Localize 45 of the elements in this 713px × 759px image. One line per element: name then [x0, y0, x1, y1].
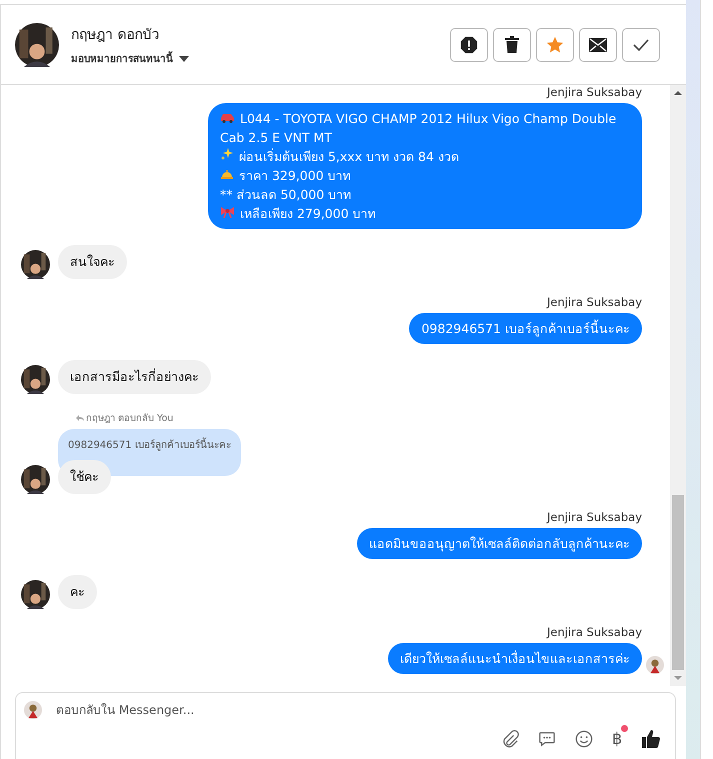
alert-button[interactable] [450, 28, 488, 62]
message-bubble: เดียวให้เซลล์แนะนำเงื่อนไขและเอกสารค่ะ [388, 643, 642, 674]
ribbon-icon [220, 206, 235, 218]
message-bubble: L044 - TOYOTA VIGO CHAMP 2012 Hilux Vigo Champ Double Cab 2.5 E VNT MT ผ่อนเริ่มต้นเพียง 5,xxx บาท งวด 84 งวด ราคา 329,000 บาท ** ส่วนลด 50,000 บาท เหลือเพียง 279,000 บาท [208, 103, 642, 229]
assign-link[interactable]: มอบหมายการสนทนานี้ [71, 51, 173, 66]
car-icon [220, 113, 235, 123]
thumbs-up-icon [641, 729, 661, 749]
reply-text: กฤษฎา ตอบกลับ You [86, 412, 174, 425]
message-bubble: คะ [58, 575, 97, 609]
paperclip-icon [501, 730, 519, 748]
scrollbar[interactable] [670, 85, 686, 686]
caret-icon[interactable] [179, 56, 189, 62]
bell-icon [220, 167, 234, 180]
check-icon [633, 38, 649, 50]
contact-name: กฤษฎา ดอกบัว [71, 26, 160, 45]
avatar [21, 250, 50, 279]
message-bubble: สนใจคะ [58, 245, 127, 279]
smiley-icon [575, 730, 593, 748]
avatar [21, 365, 50, 394]
sender-name: Jenjira Suksabay [546, 85, 642, 99]
check-button[interactable] [622, 28, 660, 62]
mail-icon [589, 38, 607, 52]
avatar [21, 580, 50, 609]
sparkles-icon [220, 147, 234, 161]
seen-avatar [646, 656, 664, 674]
mail-button[interactable] [579, 28, 617, 62]
message-bubble: เอกสารมีอะไรกี่อย่างคะ [58, 360, 211, 394]
message-bubble: 0982946571 เบอร์ลูกค้าเบอร์นี้นะคะ [409, 313, 642, 344]
sender-name: Jenjira Suksabay [546, 295, 642, 309]
message-bubble: แอดมินขออนุญาตให้เซลล์ติดต่อกลับลูกค้านะคะ [357, 528, 642, 559]
alert-icon [460, 36, 478, 54]
sender-name: Jenjira Suksabay [546, 625, 642, 639]
sender-name: Jenjira Suksabay [546, 510, 642, 524]
trash-button[interactable] [493, 28, 531, 62]
reply-icon [76, 414, 84, 420]
payment-button[interactable]: ฿ [612, 725, 628, 749]
scroll-thumb[interactable] [672, 495, 684, 670]
user-avatar [24, 701, 42, 719]
star-button[interactable] [536, 28, 574, 62]
star-icon [546, 36, 564, 54]
trash-icon [505, 36, 519, 53]
avatar [21, 465, 50, 494]
profile-avatar [15, 22, 59, 66]
message-bubble: ใช้คะ [58, 460, 111, 494]
speech-bubble-icon [538, 730, 556, 748]
